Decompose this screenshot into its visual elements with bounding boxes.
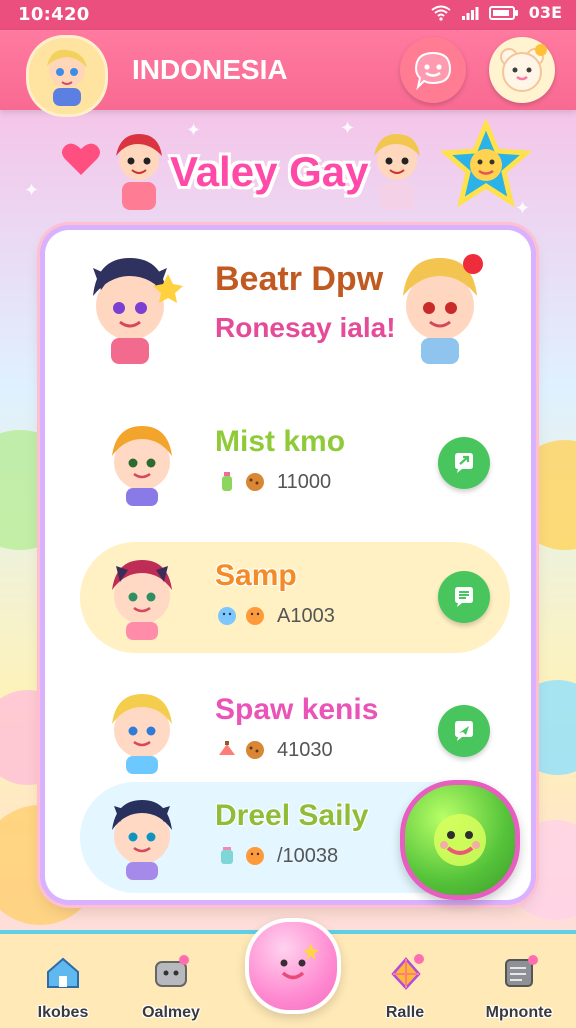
featured-name: Beatr Dpw — [215, 260, 384, 298]
bear-icon — [500, 44, 547, 92]
cookie-icon — [246, 473, 264, 491]
list-item[interactable]: Spaw kenis 41030 — [80, 676, 510, 787]
friend-value: A1003 — [277, 604, 335, 627]
friend-avatar — [112, 426, 172, 506]
title-banner: Valey Gay — [60, 120, 532, 225]
nav-label: Mpnonte — [485, 1004, 553, 1021]
chat-face-button[interactable] — [400, 37, 466, 103]
nav-label: Ikobes — [37, 1004, 89, 1021]
kite-icon — [391, 954, 424, 990]
chat-arrow-icon — [455, 453, 473, 473]
friend-value: 11000 — [277, 470, 332, 493]
status-time: 10:420 — [18, 4, 90, 25]
friend-value: /10038 — [277, 844, 339, 867]
friend-name: Spaw kenis — [215, 693, 379, 726]
friend-name: Samp — [215, 559, 297, 592]
friend-meta: /10038 — [215, 844, 338, 868]
nav-label: Ralle — [385, 1004, 425, 1021]
avatar-icon — [47, 49, 87, 106]
orange-icon — [246, 847, 264, 865]
orange-icon — [246, 607, 264, 625]
send-icon — [455, 721, 473, 741]
character-icon — [116, 134, 162, 210]
top-header: INDONESIA — [0, 30, 576, 117]
list-item[interactable]: Mist kmo 11000 — [80, 408, 510, 519]
nav-item-ikobes[interactable]: Ikobes — [18, 952, 108, 1022]
chat-button[interactable] — [438, 437, 490, 489]
featured-avatar — [93, 258, 183, 364]
sparkle-icon: ✦ — [24, 180, 40, 201]
chat-button[interactable] — [438, 571, 490, 623]
heart-icon — [62, 143, 100, 175]
featured-friend-avatar — [403, 254, 483, 364]
bottom-navigation: Ikobes Oalmey Ralle Mpnonte — [0, 918, 576, 1028]
signal-icon — [461, 6, 479, 20]
friend-meta: 41030 — [215, 738, 333, 762]
status-icons: 03E — [431, 3, 562, 22]
robot-icon — [155, 955, 189, 987]
jar-icon — [221, 847, 233, 864]
star-badge-icon[interactable] — [440, 120, 532, 212]
featured-subtitle: Ronesay iala! — [215, 312, 396, 343]
home-icon — [47, 957, 79, 988]
treat-icon — [219, 741, 235, 755]
smile-face-icon — [434, 814, 486, 866]
bear-button[interactable] — [489, 37, 555, 103]
friend-value: 41030 — [277, 738, 333, 761]
blob-icon — [218, 607, 236, 625]
character-icon — [374, 134, 420, 210]
status-bar: 10:420 03E — [0, 0, 576, 30]
battery-text: 03E — [528, 3, 562, 22]
list-item[interactable]: Samp A1003 — [80, 542, 510, 653]
page-title: INDONESIA — [132, 54, 288, 85]
friend-meta: 11000 — [215, 470, 331, 494]
header-avatar[interactable] — [26, 35, 108, 117]
home-orb-button[interactable] — [245, 918, 341, 1014]
battery-icon — [488, 5, 518, 20]
friend-name: Mist kmo — [215, 425, 346, 458]
banner-title: Valey Gay — [170, 148, 369, 195]
chat-list-icon — [455, 587, 473, 607]
potion-icon — [222, 472, 232, 491]
wifi-icon — [431, 5, 451, 21]
happy-orb-icon — [280, 943, 319, 980]
nav-item-ralle[interactable]: Ralle — [360, 952, 450, 1022]
friend-meta: A1003 — [215, 604, 335, 628]
nav-item-mpnonte[interactable]: Mpnonte — [474, 952, 564, 1022]
chat-button[interactable] — [438, 705, 490, 757]
server-icon — [505, 955, 538, 987]
nav-item-oalmey[interactable]: Oalmey — [126, 952, 216, 1022]
friend-avatar — [112, 694, 172, 774]
friend-name: Dreel Saily — [215, 799, 369, 832]
cookie-icon — [246, 741, 264, 759]
friend-avatar — [112, 560, 172, 640]
floating-action-button[interactable] — [400, 780, 520, 900]
nav-label: Oalmey — [142, 1004, 200, 1021]
chat-face-icon — [414, 51, 452, 91]
friend-avatar — [112, 800, 172, 880]
